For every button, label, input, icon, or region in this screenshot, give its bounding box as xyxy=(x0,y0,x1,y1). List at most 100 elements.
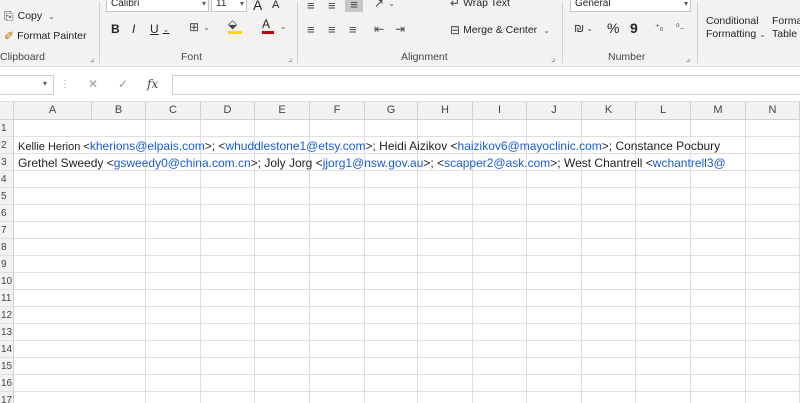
comma-label: 9 xyxy=(630,20,638,36)
row-header-13[interactable]: 13 xyxy=(0,324,14,341)
accounting-format-button[interactable]: ₪ ⌄ xyxy=(574,22,593,34)
align-top-button[interactable]: ≡ xyxy=(307,0,315,13)
italic-label: I xyxy=(132,22,136,36)
row-header-7[interactable]: 7 xyxy=(0,222,14,239)
column-header-i[interactable]: I xyxy=(473,102,527,120)
align-bottom-button[interactable]: ≡ xyxy=(345,0,363,12)
formula-bar: ▾ ⋮ ✕ ✓ fx xyxy=(0,67,800,102)
bold-button[interactable]: B xyxy=(111,22,120,36)
increase-decimal-icon: ⁺₀ xyxy=(655,22,664,32)
align-right-button[interactable]: ≡ xyxy=(349,22,357,37)
cell-A3-email-2: jjorg1@nsw.gov.au xyxy=(322,156,424,170)
column-header-g[interactable]: G xyxy=(365,102,418,120)
row-header-17[interactable]: 17 xyxy=(0,392,14,403)
orientation-icon: ↗ xyxy=(374,0,385,10)
row-header-1[interactable]: 1 xyxy=(0,120,14,137)
percent-style-button[interactable]: % xyxy=(607,20,619,36)
column-header-c[interactable]: C xyxy=(146,102,201,120)
row-header-16[interactable]: 16 xyxy=(0,375,14,392)
column-header-k[interactable]: K xyxy=(582,102,636,120)
cell-A3-text-4: >; West Chantrell < xyxy=(550,156,653,170)
column-header-b[interactable]: B xyxy=(92,102,146,120)
format-painter-button[interactable]: ✐ Format Painter xyxy=(4,30,87,42)
column-header-n[interactable]: N xyxy=(746,102,800,120)
column-header-h[interactable]: H xyxy=(418,102,473,120)
wrap-text-icon: ↵ xyxy=(450,0,461,10)
orientation-button[interactable]: ↗ ⌄ xyxy=(374,0,395,9)
row-header-4[interactable]: 4 xyxy=(0,171,14,188)
format-as-table-button[interactable]: Forma Table xyxy=(772,15,800,41)
chevron-down-icon: ▾ xyxy=(201,0,206,8)
row-header-15[interactable]: 15 xyxy=(0,358,14,375)
chevron-down-icon: ⌄ xyxy=(543,25,550,35)
row-header-3[interactable]: 3 xyxy=(0,154,14,171)
decrease-font-size-button[interactable]: A xyxy=(272,0,279,11)
font-name-combo[interactable]: Calibri ▾ xyxy=(106,0,209,12)
format-painter-label: Format Painter xyxy=(17,30,87,42)
cell-A2[interactable]: Kellie Herion <kherions@elpais.com>; <wh… xyxy=(18,138,720,155)
copy-button[interactable]: ⎘ Copy ⌄ xyxy=(4,10,55,22)
column-header-e[interactable]: E xyxy=(255,102,310,120)
column-header-d[interactable]: D xyxy=(201,102,255,120)
increase-decimal-button[interactable]: ⁺₀ xyxy=(655,22,664,33)
cell-A3-text-2: >; Joly Jorg < xyxy=(250,156,323,170)
italic-button[interactable]: I xyxy=(132,22,135,36)
alignment-launcher-icon[interactable]: ⌟ xyxy=(551,53,555,64)
cancel-icon[interactable]: ✕ xyxy=(88,77,98,91)
align-left-button[interactable]: ≡ xyxy=(307,22,315,37)
align-middle-button[interactable]: ≡ xyxy=(328,0,336,13)
fill-color-button[interactable]: ⬙ xyxy=(228,18,242,34)
conditional-formatting-label-1: Conditional xyxy=(706,15,759,27)
row-header-2[interactable]: 2 xyxy=(0,137,14,154)
paint-bucket-icon: ⬙ xyxy=(228,17,238,31)
column-header-j[interactable]: J xyxy=(527,102,582,120)
decrease-decimal-button[interactable]: ⁰₋ xyxy=(676,22,684,33)
insert-function-button[interactable]: fx xyxy=(147,77,158,91)
formula-bar-grip-icon: ⋮ xyxy=(60,79,70,90)
name-box[interactable]: ▾ xyxy=(0,75,54,95)
font-size-combo[interactable]: 11 ▾ xyxy=(211,0,247,12)
chevron-down-icon: ▾ xyxy=(239,0,244,8)
row-header-8[interactable]: 8 xyxy=(0,239,14,256)
number-launcher-icon[interactable]: ⌟ xyxy=(686,53,690,64)
number-format-combo[interactable]: General ▾ xyxy=(570,0,691,12)
font-color-button[interactable]: A xyxy=(262,18,274,34)
align-right-icon: ≡ xyxy=(349,22,357,37)
cell-A3-text-3: >; < xyxy=(423,156,445,170)
enter-check-icon[interactable]: ✓ xyxy=(118,77,128,91)
column-header-l[interactable]: L xyxy=(636,102,691,120)
gridline-horizontal xyxy=(14,238,800,239)
borders-button[interactable]: ⊞ ⌄ xyxy=(189,21,210,33)
decrease-indent-button[interactable]: ⇤ xyxy=(374,22,384,36)
row-header-9[interactable]: 9 xyxy=(0,256,14,273)
merge-center-button[interactable]: ⊟ Merge & Center ⌄ xyxy=(450,24,550,36)
select-all-corner[interactable] xyxy=(0,102,14,120)
formula-input[interactable] xyxy=(172,75,800,95)
clipboard-launcher-icon[interactable]: ⌟ xyxy=(90,53,94,64)
gridline-horizontal xyxy=(14,136,800,137)
underline-button[interactable]: U ⌄ xyxy=(150,22,169,36)
comma-style-button[interactable]: 9 xyxy=(630,20,638,36)
increase-indent-button[interactable]: ⇥ xyxy=(395,22,405,36)
column-header-m[interactable]: M xyxy=(691,102,746,120)
cell-A3[interactable]: Grethel Sweedy <gsweedy0@china.com.cn>; … xyxy=(18,155,726,172)
font-color-bar xyxy=(262,31,274,34)
chevron-down-icon[interactable]: ⌄ xyxy=(280,22,287,31)
row-header-11[interactable]: 11 xyxy=(0,290,14,307)
align-center-button[interactable]: ≡ xyxy=(328,22,336,37)
wrap-text-button[interactable]: ↵ Wrap Text xyxy=(450,0,510,9)
increase-font-size-button[interactable]: A xyxy=(253,0,262,13)
row-header-6[interactable]: 6 xyxy=(0,205,14,222)
column-header-f[interactable]: F xyxy=(310,102,365,120)
conditional-formatting-label-2: Formatting xyxy=(706,28,757,40)
column-header-a[interactable]: A xyxy=(14,102,92,120)
worksheet-grid[interactable]: ABCDEFGHIJKLMN 1 2 3 4 5 6 7 8 9 10 11 12 13 14 15 16 17… xyxy=(0,102,800,403)
row-header-12[interactable]: 12 xyxy=(0,307,14,324)
currency-icon: ₪ xyxy=(574,21,585,35)
row-header-14[interactable]: 14 xyxy=(0,341,14,358)
font-launcher-icon[interactable]: ⌟ xyxy=(288,53,292,64)
row-header-10[interactable]: 10 xyxy=(0,273,14,290)
conditional-formatting-button[interactable]: Conditional Formatting ⌄ xyxy=(706,15,766,41)
row-header-5[interactable]: 5 xyxy=(0,188,14,205)
gridline-horizontal xyxy=(14,204,800,205)
